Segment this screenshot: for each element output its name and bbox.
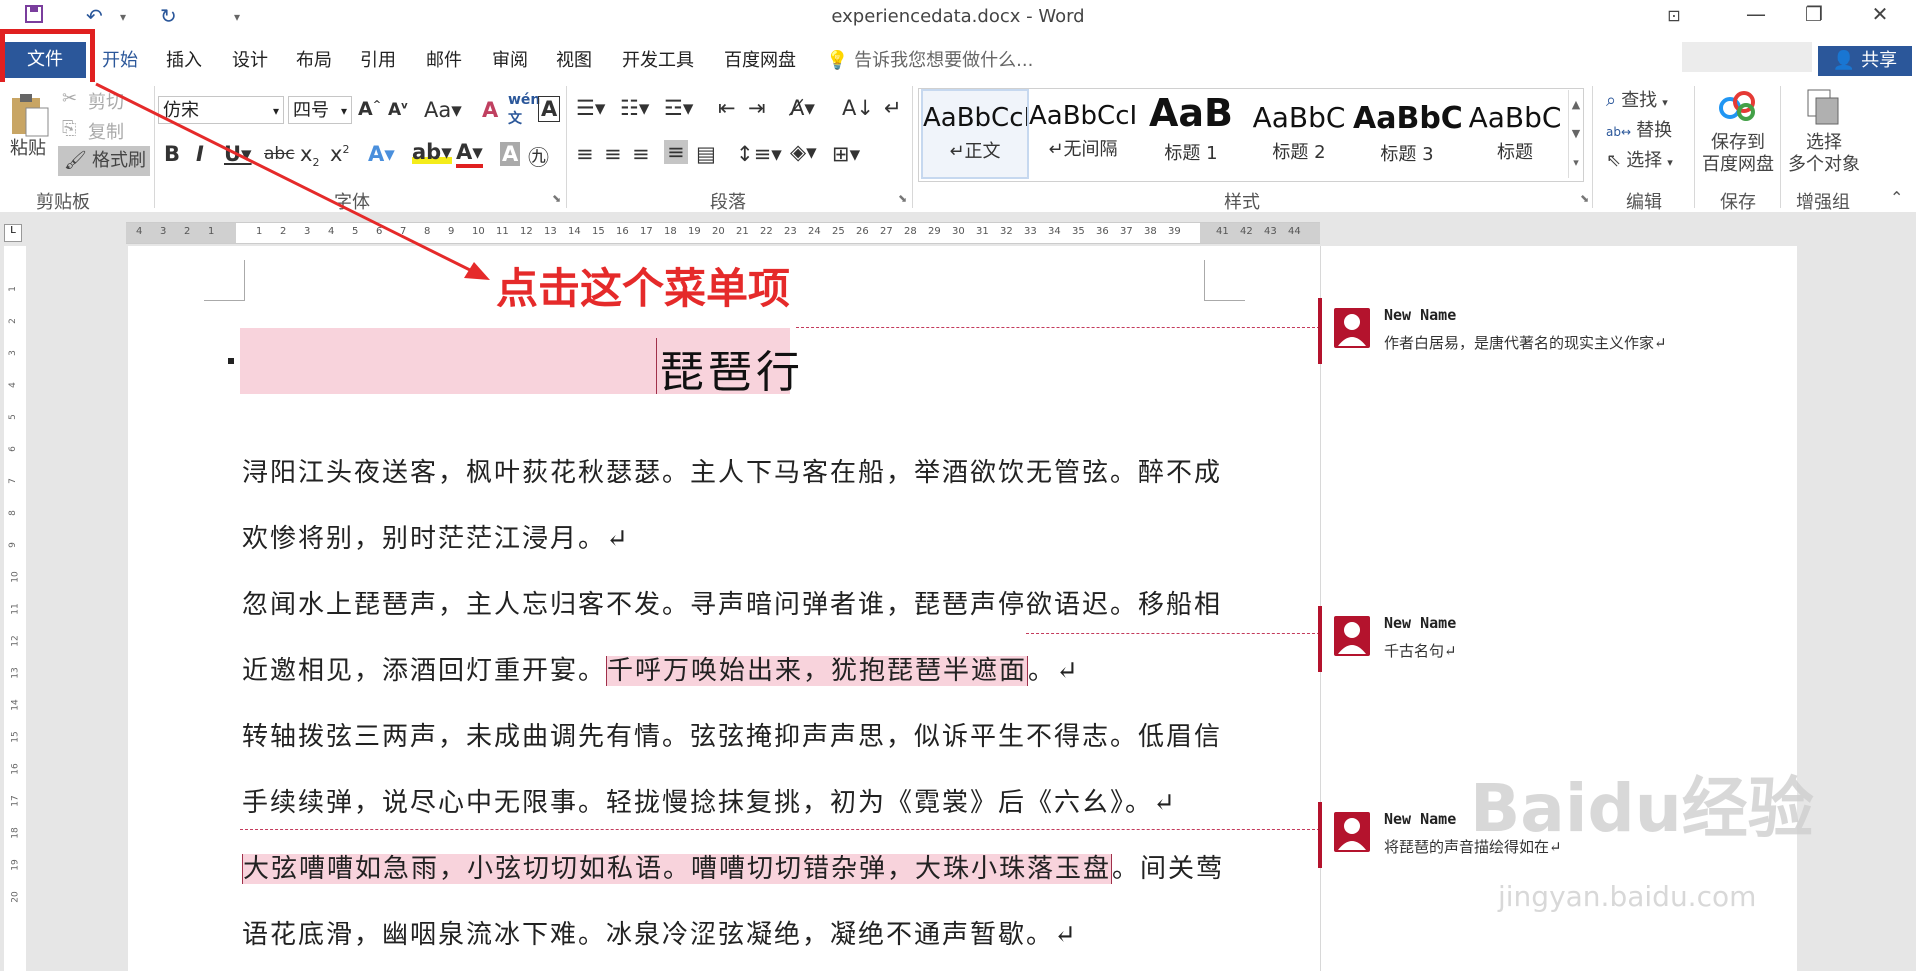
- baidu-watermark-url: jingyan.baidu.com: [1498, 880, 1757, 913]
- baidu-watermark: Baidu经验: [1470, 770, 1814, 847]
- annotation-text: 点击这个菜单项: [496, 264, 791, 313]
